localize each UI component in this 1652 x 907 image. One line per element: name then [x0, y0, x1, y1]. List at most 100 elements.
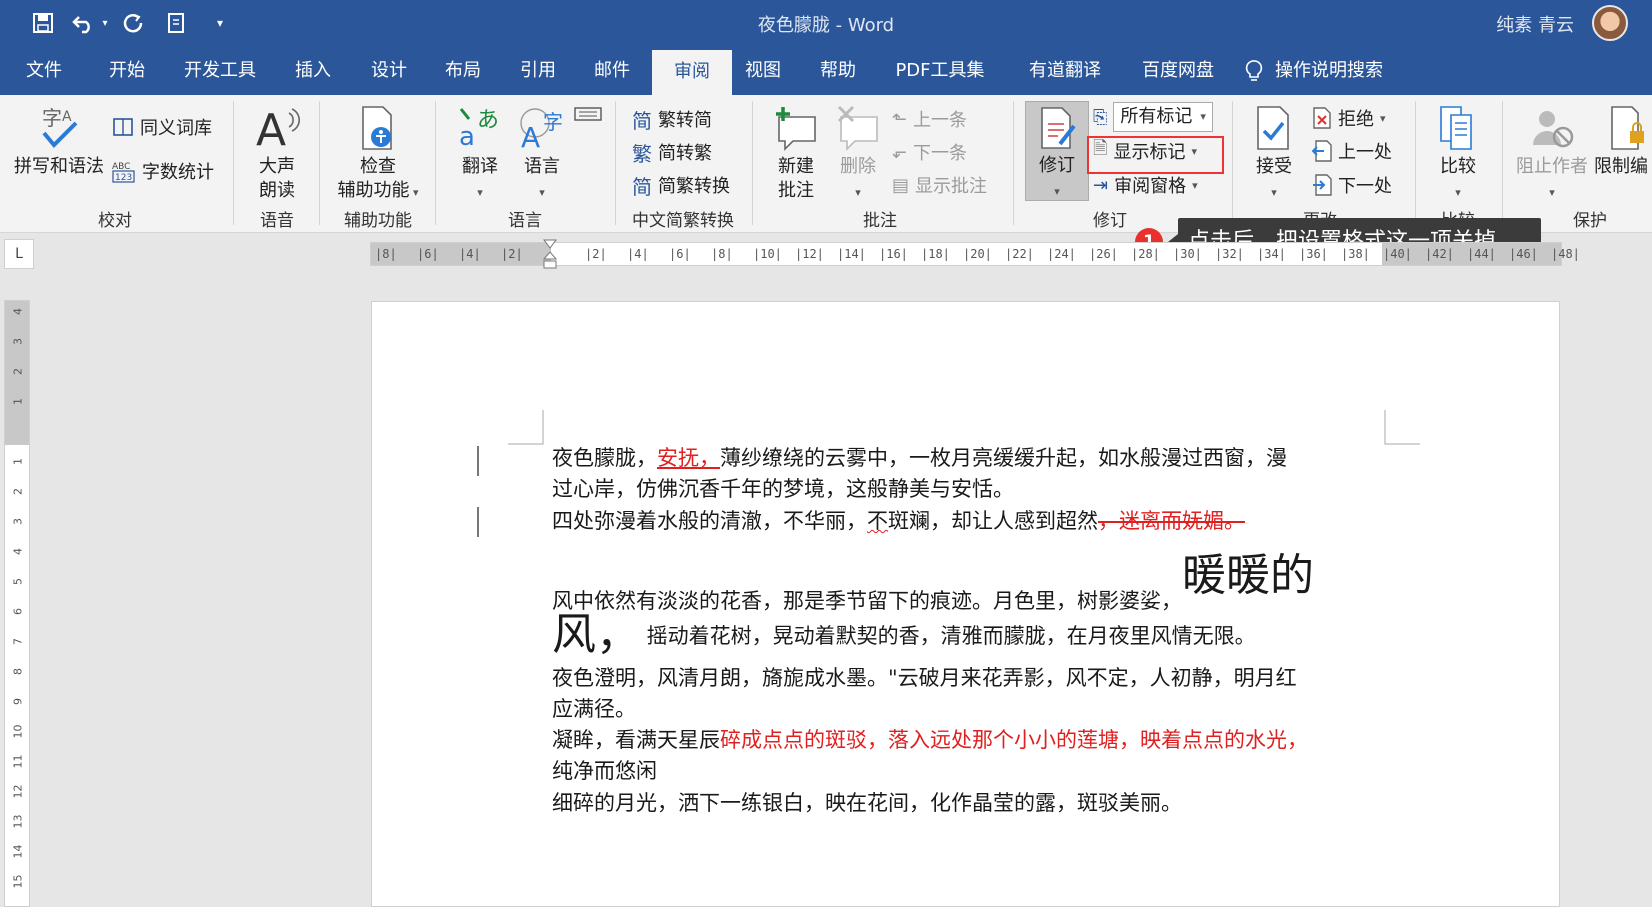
- check-accessibility-button[interactable]: 检查 辅助功能 ▾: [330, 105, 426, 205]
- ruler-tick-label: |26|: [1089, 247, 1118, 261]
- crop-mark-right: [1384, 410, 1420, 445]
- user-name[interactable]: 纯素 青云: [1496, 11, 1574, 37]
- new-comment-icon: [776, 107, 816, 151]
- svg-text:a: a: [459, 122, 475, 151]
- ruler-tick-label: |20|: [963, 247, 992, 261]
- accept-button[interactable]: 接受 ▾: [1246, 105, 1302, 205]
- next-change-button[interactable]: 下一处: [1312, 170, 1392, 200]
- tab-youdao[interactable]: 有道翻译: [1015, 46, 1115, 95]
- svg-text:字: 字: [543, 110, 563, 134]
- delete-label: 删除: [840, 156, 876, 177]
- paragraph-line: 夜色朦胧，安抚，薄纱缭绕的云雾中，一枚月亮缓缓升起，如水般漫过西窗，漫: [552, 442, 1287, 472]
- ruler-tick-label: |2|: [585, 247, 607, 261]
- traditional-to-simplified-button[interactable]: 简 繁转简: [632, 104, 712, 134]
- tab-review[interactable]: 审阅: [652, 50, 732, 95]
- thesaurus-button[interactable]: 同义词库: [112, 112, 212, 142]
- paragraph-line: 纯净而悠闲: [552, 755, 657, 785]
- new-comment-label-2: 批注: [778, 180, 814, 201]
- ribbon-review: 字A 拼写和语法 同义词库 ABC 123 字数统计 校对 A 大声 朗读 语音 …: [0, 95, 1652, 233]
- ruler-tick-label: |42|: [1425, 247, 1454, 261]
- lightbulb-icon: [1245, 59, 1263, 81]
- spelling-grammar-button[interactable]: 字A 拼写和语法: [12, 105, 106, 179]
- language-button[interactable]: A字 语言 ▾: [514, 105, 570, 205]
- tab-selector[interactable]: L: [4, 239, 34, 269]
- tab-developer[interactable]: 开发工具: [177, 46, 263, 95]
- svg-text:A: A: [521, 121, 540, 151]
- tab-help[interactable]: 帮助: [803, 46, 873, 95]
- paragraph-line: 应满径。: [552, 693, 636, 723]
- tab-baidu[interactable]: 百度网盘: [1128, 46, 1228, 95]
- tab-design[interactable]: 设计: [354, 46, 424, 95]
- tab-home[interactable]: 开始: [92, 46, 162, 95]
- ruler-tick-label: 14: [11, 844, 25, 859]
- convert-chinese-icon: 简: [632, 174, 652, 199]
- next-comment-button[interactable]: ⬐ 下一条: [892, 137, 967, 167]
- convert-chinese-button[interactable]: 简 简繁转换: [632, 170, 730, 200]
- chevron-down-icon: ▾: [1054, 185, 1060, 198]
- reviewing-pane-button[interactable]: ⇥ 审阅窗格 ▾: [1093, 170, 1198, 200]
- read-aloud-button[interactable]: A 大声 朗读: [244, 105, 310, 203]
- next-change-label: 下一处: [1338, 176, 1392, 197]
- previous-change-button[interactable]: 上一处: [1312, 136, 1392, 166]
- translate-button[interactable]: aあ 翻译 ▾: [452, 105, 508, 205]
- ruler-tick-label: 6: [11, 608, 25, 615]
- tab-layout[interactable]: 布局: [428, 46, 498, 95]
- track-changes-icon: [1041, 107, 1076, 149]
- restrict-editing-button[interactable]: 限制编: [1594, 105, 1652, 179]
- group-label-chinese: 中文简繁转换: [632, 211, 734, 231]
- keyboard-icon[interactable]: [574, 105, 602, 123]
- separator: [1013, 101, 1014, 225]
- avatar[interactable]: [1592, 5, 1628, 41]
- word-count-button[interactable]: ABC 123 字数统计: [112, 156, 214, 186]
- separator: [1232, 101, 1233, 225]
- chevron-down-icon: ▾: [1200, 110, 1206, 123]
- group-label-comments: 批注: [863, 211, 897, 231]
- reviewing-pane-label: 审阅窗格: [1114, 176, 1187, 197]
- previous-comment-button[interactable]: ⬑ 上一条: [892, 104, 967, 134]
- ruler-tick-label: |12|: [795, 247, 824, 261]
- text-run: 摇动着花树，晃动着默契的香，清雅而朦胧，在月夜里风情无限。: [640, 624, 1256, 648]
- reject-button[interactable]: 拒绝 ▾: [1312, 103, 1386, 133]
- change-bar: [477, 446, 479, 476]
- ruler-tick-label: |24|: [1047, 247, 1076, 261]
- tab-view[interactable]: 视图: [728, 46, 798, 95]
- block-authors-icon: [1533, 111, 1574, 148]
- tab-file[interactable]: 文件: [14, 46, 74, 95]
- block-authors-button[interactable]: 阻止作者 ▾: [1512, 105, 1592, 205]
- text-run: 夜色朦胧，: [552, 446, 657, 470]
- show-comments-button[interactable]: ▤ 显示批注: [892, 170, 987, 200]
- tab-references[interactable]: 引用: [503, 46, 573, 95]
- document-title: 夜色朦胧 - Word: [757, 15, 895, 36]
- tell-me-search[interactable]: 操作说明搜索: [1245, 46, 1405, 95]
- new-comment-button[interactable]: 新建 批注: [768, 105, 824, 203]
- ruler-tick-label: 1: [11, 398, 25, 405]
- all-markup-select[interactable]: 所有标记 ▾: [1113, 102, 1213, 132]
- chevron-down-icon: ▾: [1380, 111, 1386, 125]
- svg-text:A: A: [256, 105, 286, 151]
- compare-button[interactable]: 比较 ▾: [1428, 105, 1488, 205]
- crop-mark-left: [508, 410, 544, 445]
- ruler-tick-label: 2: [11, 488, 25, 495]
- next-change-icon: [1313, 174, 1332, 196]
- ribbon-tabs: 文件 开始 开发工具 插入 设计 布局 引用 邮件 审阅 视图 帮助 PDF工具…: [0, 46, 1652, 95]
- separator: [752, 101, 753, 225]
- text-run: 四处弥漫着水般的清澈，不华丽，: [552, 509, 867, 533]
- horizontal-ruler[interactable]: |8| |6| |4| |2| |2| |4| |6| |8| |10| |12| |14| |16|…: [370, 239, 1580, 269]
- display-for-review-dropdown[interactable]: ⎘ 所有标记 ▾: [1093, 102, 1213, 132]
- svg-text:あ: あ: [477, 108, 499, 133]
- separator: [1502, 101, 1503, 225]
- group-label-language: 语言: [508, 211, 542, 231]
- separator: [615, 101, 616, 225]
- track-changes-button[interactable]: 修订 ▾: [1025, 101, 1089, 201]
- paragraph-line: 过心岸，仿佛沉香千年的梦境，这般静美与安恬。: [552, 473, 1014, 503]
- delete-comment-button[interactable]: 删除 ▾: [830, 105, 886, 205]
- text-run: 斑斓，却让人感到超然: [888, 509, 1098, 533]
- simplified-to-traditional-button[interactable]: 繁 简转繁: [632, 137, 712, 167]
- svg-text:A: A: [62, 109, 72, 125]
- tab-insert[interactable]: 插入: [278, 46, 348, 95]
- indent-marker-icon[interactable]: [543, 239, 557, 271]
- vertical-ruler[interactable]: 4 3 2 1 1 2 3 4 5 6 7 8 9 10 11 12 13 14 15: [4, 300, 30, 907]
- tab-pdf-tools[interactable]: PDF工具集: [880, 46, 1000, 95]
- tab-mailings[interactable]: 邮件: [577, 46, 647, 95]
- ruler-tick-label: 5: [11, 578, 25, 585]
